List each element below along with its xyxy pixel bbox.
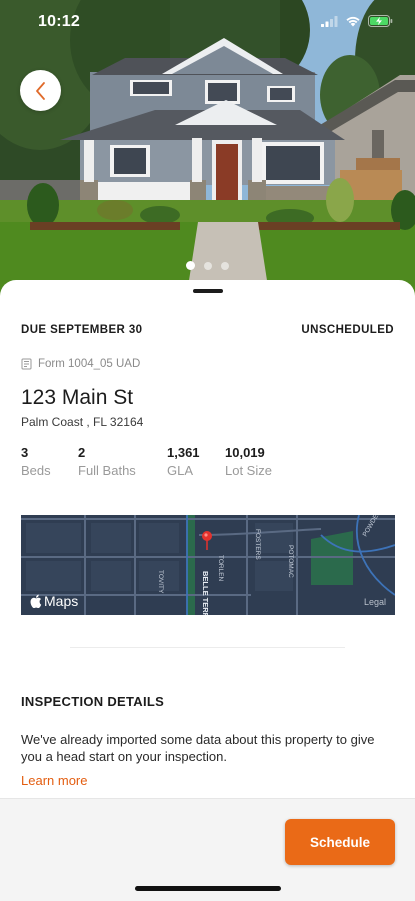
property-city: Palm Coast , FL 32164 [21, 415, 144, 429]
wifi-icon [346, 16, 360, 27]
street-label: TOVITY [157, 570, 164, 594]
status-icons [321, 15, 393, 27]
page-dot[interactable] [204, 262, 212, 270]
map-legal-link[interactable]: Legal [364, 597, 386, 607]
inspection-details-heading: INSPECTION DETAILS [21, 694, 165, 709]
street-label: POTOMAC [287, 545, 294, 578]
stat-label: Full Baths [78, 463, 136, 478]
schedule-button[interactable]: Schedule [285, 819, 395, 865]
back-button[interactable] [20, 70, 61, 111]
page-dot[interactable] [221, 262, 229, 270]
learn-more-link[interactable]: Learn more [21, 773, 87, 788]
due-row: DUE SEPTEMBER 30 UNSCHEDULED [21, 324, 394, 336]
stat-label: GLA [167, 463, 194, 478]
stat-gla: 1,361 GLA [167, 445, 225, 478]
stat-value: 2 [78, 445, 86, 460]
battery-charging-icon [368, 15, 393, 27]
status-time: 10:12 [38, 13, 80, 30]
sheet-grabber[interactable] [193, 289, 223, 293]
document-icon [21, 358, 32, 370]
stat-label: Lot Size [225, 463, 272, 478]
location-map[interactable]: TOVITY TORLEN FOSTERS POTOMAC POWDER BEL… [21, 515, 395, 615]
house-illustration [0, 0, 415, 300]
maps-brand: Maps [44, 593, 79, 609]
status-bar: 10:12 [0, 0, 415, 44]
inspection-details-text: We've already imported some data about t… [21, 732, 375, 764]
due-date: DUE SEPTEMBER 30 [21, 324, 143, 336]
property-detail-sheet: DUE SEPTEMBER 30 UNSCHEDULED Form 1004_0… [0, 280, 415, 800]
street-label: TORLEN [217, 555, 224, 582]
stat-baths: 2 Full Baths [78, 445, 167, 478]
maps-attribution: Maps [30, 593, 78, 609]
signal-icon [321, 15, 338, 27]
form-label: Form 1004_05 UAD [38, 358, 141, 370]
stat-value: 1,361 [167, 445, 200, 460]
divider [70, 647, 345, 648]
street-label: FOSTERS [254, 529, 261, 560]
stat-value: 3 [21, 445, 29, 460]
property-address: 123 Main St [21, 386, 134, 409]
apple-logo-icon [30, 594, 42, 608]
stat-label: Beds [21, 463, 51, 478]
property-stats: 3 Beds 2 Full Baths 1,361 GLA 10,019 Lot… [21, 445, 305, 478]
stat-lot-size: 10,019 Lot Size [225, 445, 305, 478]
photo-page-indicator[interactable] [0, 261, 415, 270]
street-label-main: BELLE TERRE [201, 571, 210, 615]
chevron-left-icon [35, 81, 45, 100]
stat-beds: 3 Beds [21, 445, 78, 478]
status-badge: UNSCHEDULED [301, 324, 394, 336]
home-indicator[interactable] [135, 886, 281, 891]
page-dot[interactable] [186, 261, 195, 270]
form-type: Form 1004_05 UAD [21, 358, 140, 370]
property-photo[interactable] [0, 0, 415, 300]
stat-value: 10,019 [225, 445, 265, 460]
